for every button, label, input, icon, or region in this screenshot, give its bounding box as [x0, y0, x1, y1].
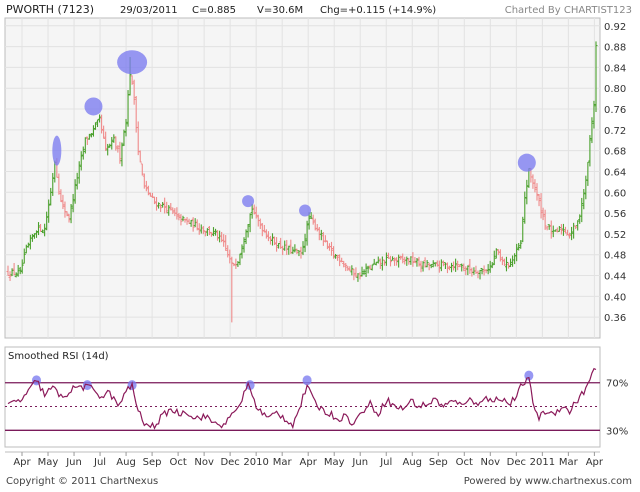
price-y-tick-label: 0.40 — [604, 292, 626, 303]
x-tick-label: Oct — [456, 457, 473, 468]
price-y-tick-label: 0.56 — [604, 209, 626, 220]
x-tick-label: 2010 — [243, 457, 268, 468]
x-tick-label: May — [38, 457, 59, 468]
x-tick-label: Jul — [379, 457, 392, 468]
rsi-highlight-marker — [302, 375, 312, 386]
price-y-tick-label: 0.44 — [604, 272, 626, 283]
price-panel: 0.36 0.40 0.44 0.48 0.52 0.56 0.60 0.64 0.68 0.72… — [4, 17, 626, 339]
footer-powered-by: Powered by www.chartnexus.com — [464, 476, 632, 487]
x-tick-label: Dec — [507, 457, 526, 468]
price-y-tick-label: 0.84 — [604, 63, 626, 74]
x-tick-label: May — [324, 457, 345, 468]
x-tick-label: Sep — [143, 457, 162, 468]
x-tick-label: Jul — [93, 457, 106, 468]
x-tick-label: Apr — [586, 457, 604, 468]
x-tick-label: Dec — [220, 457, 239, 468]
price-y-tick-label: 0.48 — [604, 251, 626, 262]
header-date: 29/03/2011 — [120, 5, 178, 16]
price-y-tick-label: 0.92 — [604, 22, 626, 33]
chart-container: PWORTH (7123) 29/03/2011 C=0.885 V=30.6M… — [0, 0, 640, 488]
x-axis: Apr May Jun Jul Aug Sep Oct Nov Dec 2010 Mar Apr May… — [5, 451, 604, 468]
price-y-axis: 0.36 0.40 0.44 0.48 0.52 0.56 0.60 0.64 0.68 0.72… — [604, 22, 626, 324]
header-symbol: PWORTH (7123) — [6, 3, 94, 16]
price-y-tick-label: 0.64 — [604, 167, 626, 178]
x-tick-label: Mar — [559, 457, 579, 468]
x-tick-label: Jun — [65, 457, 82, 468]
price-y-tick-label: 0.76 — [604, 105, 626, 116]
x-tick-label: Apr — [300, 457, 318, 468]
price-highlight-marker — [299, 204, 312, 217]
price-highlight-marker — [242, 195, 255, 208]
price-highlight-marker — [52, 135, 62, 166]
rsi-y-tick-label: 70% — [606, 379, 628, 390]
header-close: C=0.885 — [192, 5, 236, 16]
header-charted-by: Charted By CHARTIST123 — [505, 5, 632, 16]
rsi-y-axis: 70% 30% — [606, 379, 628, 438]
x-tick-label: Jun — [351, 457, 368, 468]
price-y-tick-label: 0.80 — [604, 84, 626, 95]
footer-copyright: Copyright © 2011 ChartNexus — [6, 476, 158, 487]
rsi-title: Smoothed RSI (14d) — [8, 351, 109, 362]
price-y-tick-label: 0.88 — [604, 43, 626, 54]
x-tick-label: Apr — [13, 457, 31, 468]
stock-chart: PWORTH (7123) 29/03/2011 C=0.885 V=30.6M… — [4, 3, 632, 487]
x-tick-label: Aug — [116, 457, 136, 468]
rsi-panel: Smoothed RSI (14d) 70% 30% — [4, 346, 628, 448]
price-highlight-marker — [517, 153, 536, 172]
x-tick-label: Aug — [402, 457, 422, 468]
x-tick-label: Mar — [273, 457, 293, 468]
header-change: Chg=+0.115 (+14.9%) — [320, 5, 436, 16]
price-y-tick-label: 0.52 — [604, 230, 626, 241]
price-plot-area — [4, 17, 601, 339]
x-tick-label: Oct — [169, 457, 186, 468]
price-y-tick-label: 0.72 — [604, 126, 626, 137]
price-highlight-marker — [84, 97, 103, 116]
x-tick-label: Nov — [481, 457, 501, 468]
x-tick-label: Nov — [194, 457, 214, 468]
price-y-tick-label: 0.68 — [604, 147, 626, 158]
price-highlight-marker — [117, 50, 148, 75]
header-volume: V=30.6M — [257, 5, 303, 16]
price-y-tick-label: 0.36 — [604, 313, 626, 324]
rsi-y-tick-label: 30% — [606, 426, 628, 437]
price-y-tick-label: 0.60 — [604, 188, 626, 199]
x-tick-label: Sep — [429, 457, 448, 468]
x-tick-label: 2011 — [530, 457, 555, 468]
